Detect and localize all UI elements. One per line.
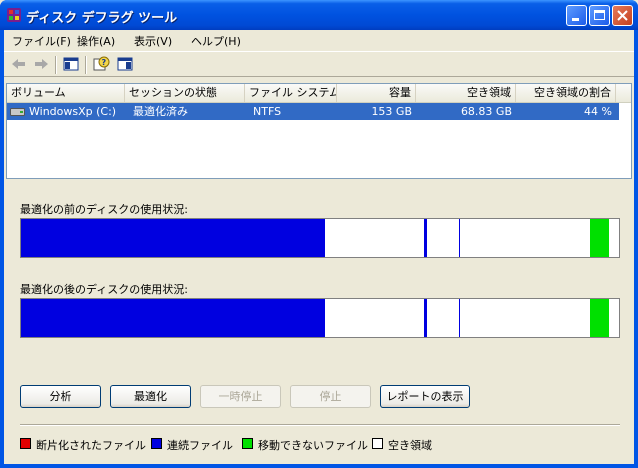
table-row[interactable]: WindowsXp (C:) 最適化済み NTFS 153 GB 68.83 G… bbox=[7, 103, 619, 120]
forward-arrow-icon[interactable] bbox=[32, 56, 50, 72]
contiguous-files-block bbox=[21, 299, 325, 337]
before-usage-map bbox=[20, 218, 620, 258]
cell-free-space: 68.83 GB bbox=[460, 105, 512, 118]
before-usage-label: 最適化の前のディスクの使用状況: bbox=[20, 203, 188, 216]
unmovable-files-block bbox=[590, 219, 609, 257]
defragment-button[interactable]: 最適化 bbox=[110, 385, 191, 408]
menu-view[interactable]: 表示(V) bbox=[134, 33, 172, 49]
fragmented-swatch bbox=[20, 438, 31, 449]
after-usage-label: 最適化の後のディスクの使用状況: bbox=[20, 283, 188, 296]
back-arrow-icon[interactable] bbox=[10, 56, 28, 72]
cell-filesystem: NTFS bbox=[253, 105, 282, 118]
free-space-swatch bbox=[372, 438, 383, 449]
menu-file[interactable]: ファイル(F) bbox=[12, 33, 71, 49]
analyze-button[interactable]: 分析 bbox=[20, 385, 101, 408]
minimize-button[interactable] bbox=[566, 5, 587, 26]
maximize-icon bbox=[594, 10, 605, 20]
defrag-app-icon bbox=[7, 8, 21, 22]
divider bbox=[20, 424, 620, 426]
help-icon[interactable]: ? bbox=[92, 56, 110, 72]
contiguous-files-block bbox=[459, 219, 460, 257]
app-window: ディスク デフラグ ツール ファイル(F) 操作(A) 表示(V) ヘルプ(H) bbox=[0, 0, 638, 468]
menu-bar: ファイル(F) 操作(A) 表示(V) ヘルプ(H) bbox=[4, 30, 634, 50]
show-hide-console-tree-icon[interactable] bbox=[62, 56, 80, 72]
cell-volume: WindowsXp (C:) bbox=[29, 105, 117, 118]
minimize-icon bbox=[572, 18, 579, 21]
svg-text:?: ? bbox=[102, 58, 107, 67]
legend-unmovable-label: 移動できないファイル bbox=[258, 439, 368, 452]
cell-capacity: 153 GB bbox=[371, 105, 412, 118]
window-title: ディスク デフラグ ツール bbox=[26, 11, 178, 26]
toolbar: ? bbox=[4, 51, 634, 77]
client-area: ファイル(F) 操作(A) 表示(V) ヘルプ(H) ? ボリューム セッション… bbox=[4, 30, 634, 464]
contiguous-files-block bbox=[424, 219, 427, 257]
properties-icon[interactable] bbox=[116, 56, 134, 72]
contiguous-files-block bbox=[21, 219, 325, 257]
volume-list[interactable]: ボリューム セッションの状態 ファイル システム 容量 空き領域 空き領域の割合… bbox=[6, 83, 632, 179]
after-usage-map bbox=[20, 298, 620, 338]
contiguous-swatch bbox=[151, 438, 162, 449]
column-header-status[interactable]: セッションの状態 bbox=[125, 84, 245, 102]
menu-help[interactable]: ヘルプ(H) bbox=[191, 33, 241, 49]
pause-button[interactable]: 一時停止 bbox=[200, 385, 281, 408]
cell-free-percent: 44 % bbox=[584, 105, 612, 118]
cell-status: 最適化済み bbox=[133, 105, 188, 118]
column-header-filesystem[interactable]: ファイル システム bbox=[245, 84, 337, 102]
unmovable-swatch bbox=[242, 438, 253, 449]
column-header-free-space[interactable]: 空き領域 bbox=[416, 84, 516, 102]
view-report-button[interactable]: レポートの表示 bbox=[380, 385, 470, 408]
title-bar[interactable]: ディスク デフラグ ツール bbox=[0, 0, 638, 30]
unmovable-files-block bbox=[590, 299, 609, 337]
legend-free-space-label: 空き領域 bbox=[388, 439, 432, 452]
legend-contiguous-label: 連続ファイル bbox=[167, 439, 233, 452]
contiguous-files-block bbox=[459, 299, 460, 337]
close-icon bbox=[617, 10, 628, 21]
column-header-volume[interactable]: ボリューム bbox=[7, 84, 125, 102]
toolbar-separator bbox=[55, 56, 57, 74]
maximize-button[interactable] bbox=[589, 5, 610, 26]
legend-fragmented-label: 断片化されたファイル bbox=[36, 439, 146, 452]
contiguous-files-block bbox=[424, 299, 427, 337]
column-header-free-percent[interactable]: 空き領域の割合 bbox=[516, 84, 616, 102]
column-header-capacity[interactable]: 容量 bbox=[337, 84, 416, 102]
volume-list-header: ボリューム セッションの状態 ファイル システム 容量 空き領域 空き領域の割合 bbox=[7, 84, 631, 103]
close-button[interactable] bbox=[612, 5, 633, 26]
menu-action[interactable]: 操作(A) bbox=[77, 33, 115, 49]
stop-button[interactable]: 停止 bbox=[290, 385, 371, 408]
hard-drive-icon bbox=[10, 108, 25, 116]
toolbar-separator bbox=[85, 56, 87, 74]
